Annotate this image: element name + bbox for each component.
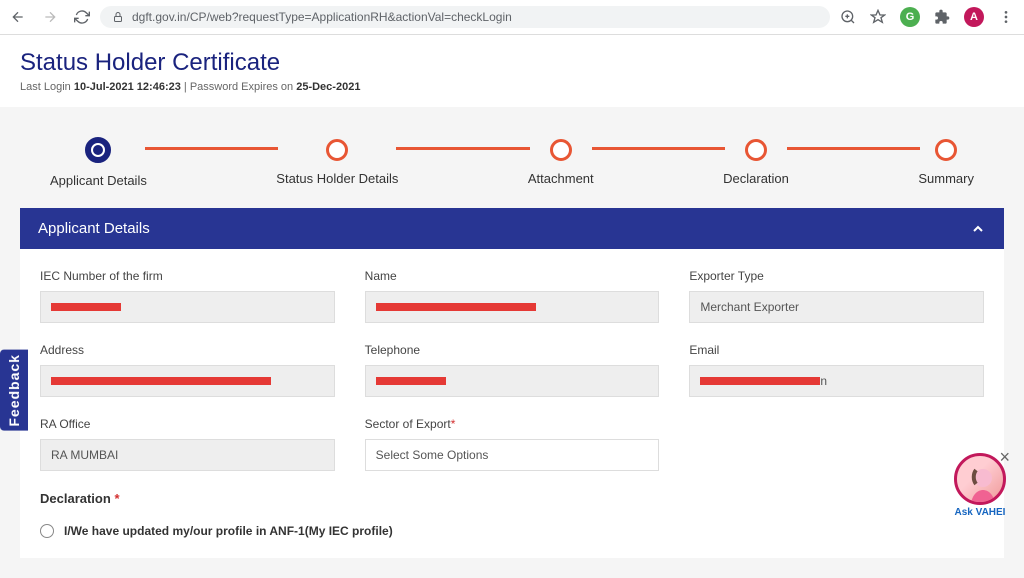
redacted-value (51, 303, 121, 311)
browser-toolbar: dgft.gov.in/CP/web?requestType=Applicati… (0, 0, 1024, 35)
page-subtitle: Last Login 10-Jul-2021 12:46:23 | Passwo… (20, 81, 1004, 93)
redacted-value (376, 303, 536, 311)
exporter-type-label: Exporter Type (689, 269, 984, 283)
step-attachment[interactable]: Attachment (528, 139, 594, 186)
step-summary[interactable]: Summary (918, 139, 974, 186)
sector-select[interactable]: Select Some Options (365, 439, 660, 471)
ra-office-input[interactable]: RA MUMBAI (40, 439, 335, 471)
panel-title: Applicant Details (38, 220, 150, 237)
lock-icon (112, 11, 124, 23)
step-status-holder-details[interactable]: Status Holder Details (276, 139, 398, 186)
chat-label: Ask VAHEI (954, 507, 1006, 518)
forward-icon[interactable] (42, 9, 58, 25)
ra-office-label: RA Office (40, 417, 335, 431)
declaration-option[interactable]: I/We have updated my/our profile in ANF-… (40, 524, 984, 538)
address-label: Address (40, 343, 335, 357)
telephone-label: Telephone (365, 343, 660, 357)
zoom-icon[interactable] (840, 9, 856, 25)
page-header: Status Holder Certificate Last Login 10-… (0, 35, 1024, 107)
redacted-value (376, 377, 446, 385)
redacted-value (51, 377, 271, 385)
chat-avatar-icon (954, 453, 1006, 505)
reload-icon[interactable] (74, 9, 90, 25)
redacted-value (700, 377, 820, 385)
back-icon[interactable] (10, 9, 26, 25)
star-icon[interactable] (870, 9, 886, 25)
iec-label: IEC Number of the firm (40, 269, 335, 283)
email-label: Email (689, 343, 984, 357)
sector-label: Sector of Export* (365, 417, 660, 431)
panel-body: IEC Number of the firm Name Exporter Typ… (20, 249, 1004, 558)
panel-header[interactable]: Applicant Details (20, 208, 1004, 249)
url-text: dgft.gov.in/CP/web?requestType=Applicati… (132, 10, 512, 24)
feedback-tab[interactable]: Feedback (0, 350, 28, 431)
iec-input[interactable] (40, 291, 335, 323)
name-label: Name (365, 269, 660, 283)
name-input[interactable] (365, 291, 660, 323)
telephone-input[interactable] (365, 365, 660, 397)
step-circle-icon (550, 139, 572, 161)
step-circle-icon (85, 137, 111, 163)
chevron-up-icon (970, 221, 986, 237)
exporter-type-input[interactable]: Merchant Exporter (689, 291, 984, 323)
radio-icon (40, 524, 54, 538)
profile-avatar[interactable]: A (964, 7, 984, 27)
menu-icon[interactable] (998, 9, 1014, 25)
page-title: Status Holder Certificate (20, 49, 1004, 77)
step-circle-icon (326, 139, 348, 161)
step-applicant-details[interactable]: Applicant Details (50, 137, 147, 188)
email-input[interactable]: n (689, 365, 984, 397)
chat-widget[interactable]: × Ask VAHEI (954, 453, 1006, 518)
address-input[interactable] (40, 365, 335, 397)
extension-icon[interactable]: G (900, 7, 920, 27)
extensions-icon[interactable] (934, 9, 950, 25)
step-circle-icon (935, 139, 957, 161)
step-declaration[interactable]: Declaration (723, 139, 789, 186)
progress-stepper: Applicant Details Status Holder Details … (20, 107, 1004, 208)
step-circle-icon (745, 139, 767, 161)
url-bar[interactable]: dgft.gov.in/CP/web?requestType=Applicati… (100, 6, 830, 28)
declaration-heading: Declaration * (40, 491, 984, 506)
